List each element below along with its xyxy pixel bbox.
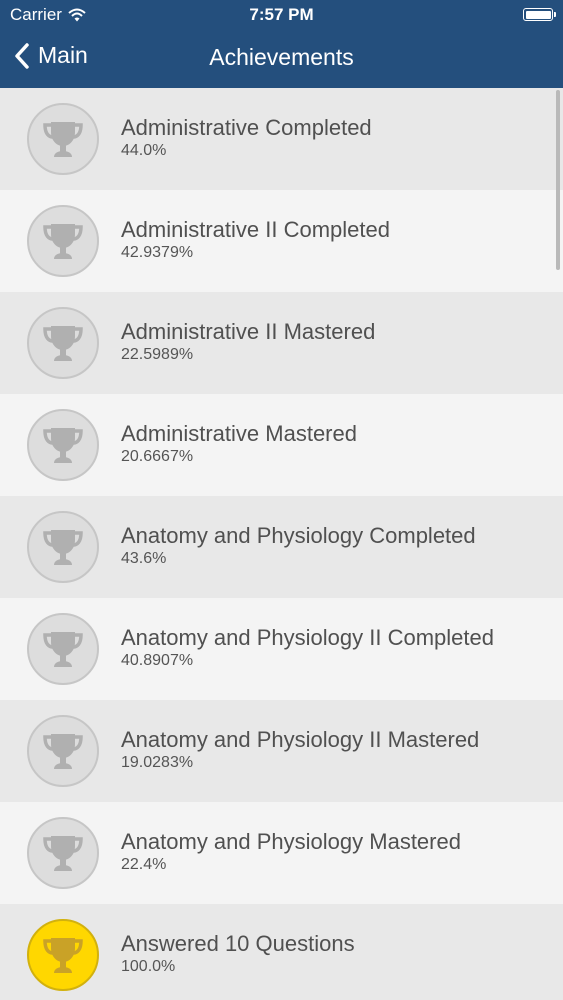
trophy-icon	[43, 224, 83, 259]
trophy-badge	[27, 103, 99, 175]
achievement-percent: 100.0%	[121, 958, 176, 975]
achievement-title: Anatomy and Physiology II Completed	[121, 625, 494, 650]
navigation-bar: Main Achievements	[0, 30, 563, 88]
achievement-percent: 40.8907%	[121, 652, 194, 669]
trophy-icon	[43, 734, 83, 769]
achievement-row[interactable]: Anatomy and Physiology Mastered 22.4%	[0, 802, 563, 904]
achievement-title: Administrative II Completed	[121, 217, 390, 242]
achievement-title: Answered 10 Questions	[121, 931, 355, 956]
achievement-title: Anatomy and Physiology Completed	[121, 523, 476, 548]
trophy-badge	[27, 817, 99, 889]
achievement-percent: 43.6%	[121, 550, 167, 567]
trophy-icon	[43, 326, 83, 361]
achievement-title: Administrative II Mastered	[121, 319, 376, 344]
trophy-icon	[43, 122, 83, 157]
trophy-icon	[43, 632, 83, 667]
trophy-icon	[43, 428, 83, 463]
achievements-list[interactable]: Administrative Completed 44.0% Administr…	[0, 88, 563, 1000]
achievement-percent: 19.0283%	[121, 754, 194, 771]
achievement-percent: 22.4%	[121, 856, 167, 873]
achievement-percent: 20.6667%	[121, 448, 194, 465]
trophy-badge	[27, 511, 99, 583]
scrollbar[interactable]	[556, 90, 560, 270]
achievement-row[interactable]: Administrative II Completed 42.9379%	[0, 190, 563, 292]
trophy-badge	[27, 307, 99, 379]
achievement-row[interactable]: Answered 10 Questions 100.0%	[0, 904, 563, 1000]
achievement-row[interactable]: Anatomy and Physiology II Completed 40.8…	[0, 598, 563, 700]
trophy-badge-earned	[27, 919, 99, 991]
achievement-row[interactable]: Administrative Mastered 20.6667%	[0, 394, 563, 496]
trophy-icon	[43, 836, 83, 871]
achievement-title: Anatomy and Physiology Mastered	[121, 829, 461, 854]
achievement-title: Administrative Mastered	[121, 421, 357, 446]
achievement-percent: 42.9379%	[121, 244, 194, 261]
achievement-percent: 44.0%	[121, 142, 167, 159]
achievement-percent: 22.5989%	[121, 346, 194, 363]
status-time: 7:57 PM	[249, 5, 314, 24]
status-bar: Carrier 7:57 PM	[0, 0, 563, 30]
trophy-badge	[27, 613, 99, 685]
battery-icon	[523, 8, 556, 21]
page-title: Achievements	[209, 44, 354, 70]
achievement-row[interactable]: Administrative Completed 44.0%	[0, 88, 563, 190]
achievement-row[interactable]: Anatomy and Physiology Completed 43.6%	[0, 496, 563, 598]
trophy-badge	[27, 205, 99, 277]
trophy-badge	[27, 409, 99, 481]
trophy-icon	[43, 530, 83, 565]
achievement-title: Administrative Completed	[121, 115, 372, 140]
achievement-row[interactable]: Anatomy and Physiology II Mastered 19.02…	[0, 700, 563, 802]
achievement-row[interactable]: Administrative II Mastered 22.5989%	[0, 292, 563, 394]
trophy-badge	[27, 715, 99, 787]
achievement-title: Anatomy and Physiology II Mastered	[121, 727, 480, 752]
header: Carrier 7:57 PM Main Achievements	[0, 0, 563, 88]
trophy-icon	[43, 938, 83, 973]
